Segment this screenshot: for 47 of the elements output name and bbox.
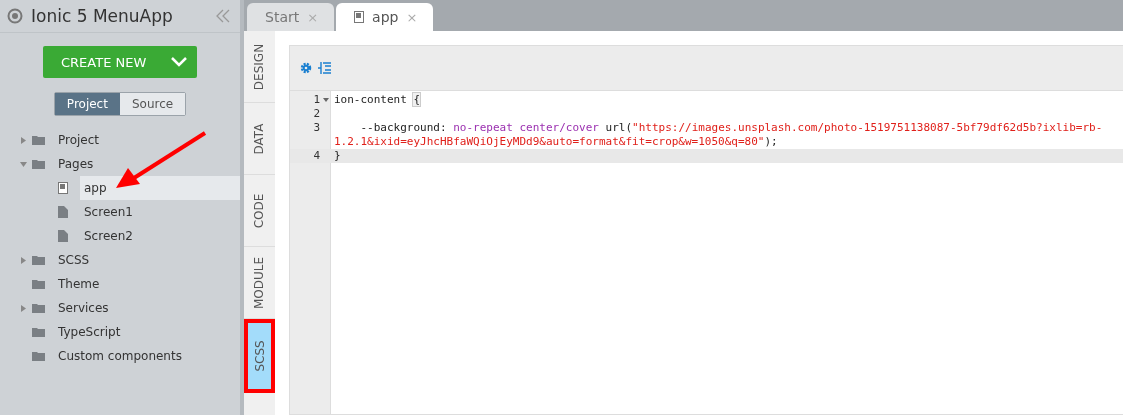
chevron-down-icon <box>171 57 187 67</box>
indent-icon[interactable] <box>318 62 331 74</box>
folder-icon <box>32 351 45 361</box>
folder-icon <box>32 135 45 145</box>
app-logo-icon <box>7 8 23 24</box>
file-tab[interactable]: app × <box>336 3 434 31</box>
project-title: Ionic 5 MenuApp <box>31 6 174 26</box>
side-tab[interactable]: DATA <box>244 103 275 175</box>
view-toggle-button[interactable]: Source <box>119 93 186 115</box>
folder-icon <box>32 279 45 289</box>
fold-caret-icon[interactable] <box>322 98 329 102</box>
page-icon <box>354 11 365 23</box>
folder-icon <box>32 255 45 265</box>
line-number: 3 <box>312 121 320 136</box>
folder-icon <box>32 303 45 313</box>
collapsed-caret-icon[interactable] <box>20 256 27 264</box>
page-icon <box>58 182 68 194</box>
page-icon <box>58 206 68 218</box>
settings-icon[interactable] <box>300 62 312 74</box>
code-line: ion-content { <box>333 93 422 107</box>
tree-item[interactable]: Screen1 <box>80 200 240 224</box>
folder-icon <box>32 159 45 169</box>
tree-item[interactable]: Screen2 <box>80 224 240 248</box>
tree-item[interactable]: Services <box>54 296 240 320</box>
collapsed-caret-icon[interactable] <box>20 304 27 312</box>
tree-item[interactable]: Custom components <box>54 344 240 368</box>
line-number: 4 <box>312 149 320 163</box>
folder-icon <box>32 327 45 337</box>
page-icon <box>58 230 68 242</box>
view-toggle-button[interactable]: Project <box>54 93 120 115</box>
tree-item[interactable]: Theme <box>54 272 240 296</box>
side-tab[interactable]: SCSS <box>244 319 275 393</box>
line-number: 2 <box>312 107 320 121</box>
code-line: --background: no-repeat center/cover url("https://images.unsplash.com/photo-1519751138087-5bf79df62d5b?ixlib=rb-1.2.1&ixid=eyJhcHBfaWQiOjEyMDd9&auto=format&fit=crop&w=1050&q=80"); <box>333 121 1104 149</box>
code-line: } <box>333 149 342 163</box>
tree-item[interactable]: TypeScript <box>54 320 240 344</box>
file-tab[interactable]: Start × <box>247 3 335 31</box>
collapse-icon[interactable] <box>216 9 230 23</box>
expanded-caret-icon[interactable] <box>20 160 27 168</box>
tree-item[interactable]: Pages <box>54 152 240 176</box>
line-number: 1 <box>312 93 320 107</box>
side-tab[interactable]: DESIGN <box>244 31 275 103</box>
collapsed-caret-icon[interactable] <box>20 136 27 144</box>
tree-item[interactable]: SCSS <box>54 248 240 272</box>
tree-item[interactable]: Project <box>54 128 240 152</box>
tree-item[interactable]: app <box>80 176 240 200</box>
side-tab[interactable]: CODE <box>244 175 275 247</box>
